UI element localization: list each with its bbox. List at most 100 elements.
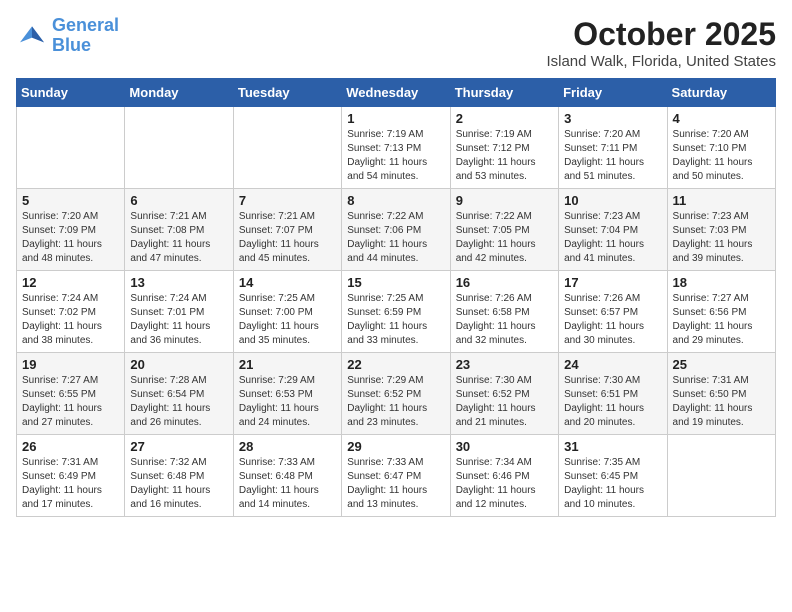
calendar-cell: 1 Sunrise: 7:19 AM Sunset: 7:13 PM Daylig… bbox=[342, 107, 450, 189]
calendar-cell bbox=[667, 435, 775, 517]
calendar-cell bbox=[125, 107, 233, 189]
calendar-cell: 16 Sunrise: 7:26 AM Sunset: 6:58 PM Dayli… bbox=[450, 271, 558, 353]
day-info: Sunrise: 7:25 AM Sunset: 7:00 PM Dayligh… bbox=[239, 292, 336, 348]
title-block: October 2025 Island Walk, Florida, Unite… bbox=[546, 16, 776, 70]
day-number: 10 bbox=[564, 193, 661, 208]
day-info: Sunrise: 7:27 AM Sunset: 6:56 PM Dayligh… bbox=[673, 292, 770, 348]
calendar-cell: 28Sunrise: 7:33 AM Sunset: 6:48 PM Dayli… bbox=[233, 435, 341, 517]
day-number: 15 bbox=[347, 275, 444, 290]
day-info: Sunrise: 7:30 AM Sunset: 6:52 PM Dayligh… bbox=[456, 374, 553, 430]
calendar-cell: 27 Sunrise: 7:32 AM Sunset: 6:48 PM Dayli… bbox=[125, 435, 233, 517]
calendar-week-row-3: 12 Sunrise: 7:24 AM Sunset: 7:02 PM Dayli… bbox=[17, 271, 776, 353]
calendar-week-row-4: 19 Sunrise: 7:27 AM Sunset: 6:55 PM Dayli… bbox=[17, 353, 776, 435]
calendar-location: Island Walk, Florida, United States bbox=[546, 53, 776, 70]
day-info: Sunrise: 7:35 AM Sunset: 6:45 PM Dayligh… bbox=[564, 456, 661, 512]
day-info: Sunrise: 7:25 AM Sunset: 6:59 PM Dayligh… bbox=[347, 292, 444, 348]
day-number: 20 bbox=[130, 357, 227, 372]
day-info: Sunrise: 7:32 AM Sunset: 6:48 PM Dayligh… bbox=[130, 456, 227, 512]
day-number: 6 bbox=[130, 193, 227, 208]
day-number: 2 bbox=[456, 111, 553, 126]
day-number: 29 bbox=[347, 439, 444, 454]
calendar-cell: 9 Sunrise: 7:22 AM Sunset: 7:05 PM Daylig… bbox=[450, 189, 558, 271]
calendar-cell: 15 Sunrise: 7:25 AM Sunset: 6:59 PM Dayli… bbox=[342, 271, 450, 353]
weekday-header-wednesday: Wednesday bbox=[342, 79, 450, 107]
calendar-cell: 21Sunrise: 7:29 AM Sunset: 6:53 PM Dayli… bbox=[233, 353, 341, 435]
day-number: 9 bbox=[456, 193, 553, 208]
day-info: Sunrise: 7:24 AM Sunset: 7:01 PM Dayligh… bbox=[130, 292, 227, 348]
day-info: Sunrise: 7:19 AM Sunset: 7:13 PM Dayligh… bbox=[347, 128, 444, 184]
calendar-cell: 20Sunrise: 7:28 AM Sunset: 6:54 PM Dayli… bbox=[125, 353, 233, 435]
day-number: 25 bbox=[673, 357, 770, 372]
day-number: 4 bbox=[673, 111, 770, 126]
calendar-title: October 2025 bbox=[546, 16, 776, 53]
day-number: 13 bbox=[130, 275, 227, 290]
day-info: Sunrise: 7:20 AM Sunset: 7:09 PM Dayligh… bbox=[22, 210, 119, 266]
calendar-cell: 26Sunrise: 7:31 AM Sunset: 6:49 PM Dayli… bbox=[17, 435, 125, 517]
calendar-cell: 22 Sunrise: 7:29 AM Sunset: 6:52 PM Dayli… bbox=[342, 353, 450, 435]
day-number: 23 bbox=[456, 357, 553, 372]
day-info: Sunrise: 7:20 AM Sunset: 7:10 PM Dayligh… bbox=[673, 128, 770, 184]
day-number: 28 bbox=[239, 439, 336, 454]
day-info: Sunrise: 7:23 AM Sunset: 7:04 PM Dayligh… bbox=[564, 210, 661, 266]
weekday-header-tuesday: Tuesday bbox=[233, 79, 341, 107]
calendar-cell bbox=[233, 107, 341, 189]
calendar-cell: 30Sunrise: 7:34 AM Sunset: 6:46 PM Dayli… bbox=[450, 435, 558, 517]
calendar-cell: 14 Sunrise: 7:25 AM Sunset: 7:00 PM Dayli… bbox=[233, 271, 341, 353]
calendar-cell: 24Sunrise: 7:30 AM Sunset: 6:51 PM Dayli… bbox=[559, 353, 667, 435]
day-info: Sunrise: 7:27 AM Sunset: 6:55 PM Dayligh… bbox=[22, 374, 119, 430]
day-info: Sunrise: 7:29 AM Sunset: 6:52 PM Dayligh… bbox=[347, 374, 444, 430]
calendar-cell: 5Sunrise: 7:20 AM Sunset: 7:09 PM Daylig… bbox=[17, 189, 125, 271]
calendar-cell: 8 Sunrise: 7:22 AM Sunset: 7:06 PM Daylig… bbox=[342, 189, 450, 271]
calendar-table: SundayMondayTuesdayWednesdayThursdayFrid… bbox=[16, 78, 776, 517]
weekday-header-friday: Friday bbox=[559, 79, 667, 107]
calendar-cell: 4 Sunrise: 7:20 AM Sunset: 7:10 PM Daylig… bbox=[667, 107, 775, 189]
calendar-week-row-1: 1 Sunrise: 7:19 AM Sunset: 7:13 PM Daylig… bbox=[17, 107, 776, 189]
day-info: Sunrise: 7:20 AM Sunset: 7:11 PM Dayligh… bbox=[564, 128, 661, 184]
page-header: General Blue October 2025 Island Walk, F… bbox=[16, 16, 776, 70]
day-number: 11 bbox=[673, 193, 770, 208]
day-info: Sunrise: 7:31 AM Sunset: 6:49 PM Dayligh… bbox=[22, 456, 119, 512]
calendar-cell bbox=[17, 107, 125, 189]
logo-bird-icon bbox=[16, 20, 48, 52]
day-info: Sunrise: 7:21 AM Sunset: 7:07 PM Dayligh… bbox=[239, 210, 336, 266]
calendar-week-row-2: 5Sunrise: 7:20 AM Sunset: 7:09 PM Daylig… bbox=[17, 189, 776, 271]
weekday-header-thursday: Thursday bbox=[450, 79, 558, 107]
calendar-cell: 13 Sunrise: 7:24 AM Sunset: 7:01 PM Dayli… bbox=[125, 271, 233, 353]
day-number: 12 bbox=[22, 275, 119, 290]
weekday-header-monday: Monday bbox=[125, 79, 233, 107]
calendar-cell: 29 Sunrise: 7:33 AM Sunset: 6:47 PM Dayli… bbox=[342, 435, 450, 517]
day-info: Sunrise: 7:23 AM Sunset: 7:03 PM Dayligh… bbox=[673, 210, 770, 266]
day-number: 1 bbox=[347, 111, 444, 126]
weekday-header-row: SundayMondayTuesdayWednesdayThursdayFrid… bbox=[17, 79, 776, 107]
calendar-cell: 18Sunrise: 7:27 AM Sunset: 6:56 PM Dayli… bbox=[667, 271, 775, 353]
day-number: 8 bbox=[347, 193, 444, 208]
day-info: Sunrise: 7:33 AM Sunset: 6:47 PM Dayligh… bbox=[347, 456, 444, 512]
logo: General Blue bbox=[16, 16, 119, 56]
day-number: 30 bbox=[456, 439, 553, 454]
calendar-cell: 6 Sunrise: 7:21 AM Sunset: 7:08 PM Daylig… bbox=[125, 189, 233, 271]
day-number: 24 bbox=[564, 357, 661, 372]
logo-text: General Blue bbox=[52, 16, 119, 56]
day-number: 17 bbox=[564, 275, 661, 290]
calendar-cell: 12 Sunrise: 7:24 AM Sunset: 7:02 PM Dayli… bbox=[17, 271, 125, 353]
day-info: Sunrise: 7:26 AM Sunset: 6:58 PM Dayligh… bbox=[456, 292, 553, 348]
day-info: Sunrise: 7:24 AM Sunset: 7:02 PM Dayligh… bbox=[22, 292, 119, 348]
day-number: 27 bbox=[130, 439, 227, 454]
day-number: 14 bbox=[239, 275, 336, 290]
day-number: 22 bbox=[347, 357, 444, 372]
day-number: 7 bbox=[239, 193, 336, 208]
day-info: Sunrise: 7:22 AM Sunset: 7:05 PM Dayligh… bbox=[456, 210, 553, 266]
calendar-cell: 11 Sunrise: 7:23 AM Sunset: 7:03 PM Dayli… bbox=[667, 189, 775, 271]
calendar-cell: 7 Sunrise: 7:21 AM Sunset: 7:07 PM Daylig… bbox=[233, 189, 341, 271]
day-info: Sunrise: 7:29 AM Sunset: 6:53 PM Dayligh… bbox=[239, 374, 336, 430]
day-number: 16 bbox=[456, 275, 553, 290]
day-info: Sunrise: 7:22 AM Sunset: 7:06 PM Dayligh… bbox=[347, 210, 444, 266]
calendar-week-row-5: 26Sunrise: 7:31 AM Sunset: 6:49 PM Dayli… bbox=[17, 435, 776, 517]
day-info: Sunrise: 7:26 AM Sunset: 6:57 PM Dayligh… bbox=[564, 292, 661, 348]
day-number: 19 bbox=[22, 357, 119, 372]
day-info: Sunrise: 7:31 AM Sunset: 6:50 PM Dayligh… bbox=[673, 374, 770, 430]
day-info: Sunrise: 7:21 AM Sunset: 7:08 PM Dayligh… bbox=[130, 210, 227, 266]
calendar-cell: 10 Sunrise: 7:23 AM Sunset: 7:04 PM Dayli… bbox=[559, 189, 667, 271]
calendar-cell: 3Sunrise: 7:20 AM Sunset: 7:11 PM Daylig… bbox=[559, 107, 667, 189]
weekday-header-sunday: Sunday bbox=[17, 79, 125, 107]
